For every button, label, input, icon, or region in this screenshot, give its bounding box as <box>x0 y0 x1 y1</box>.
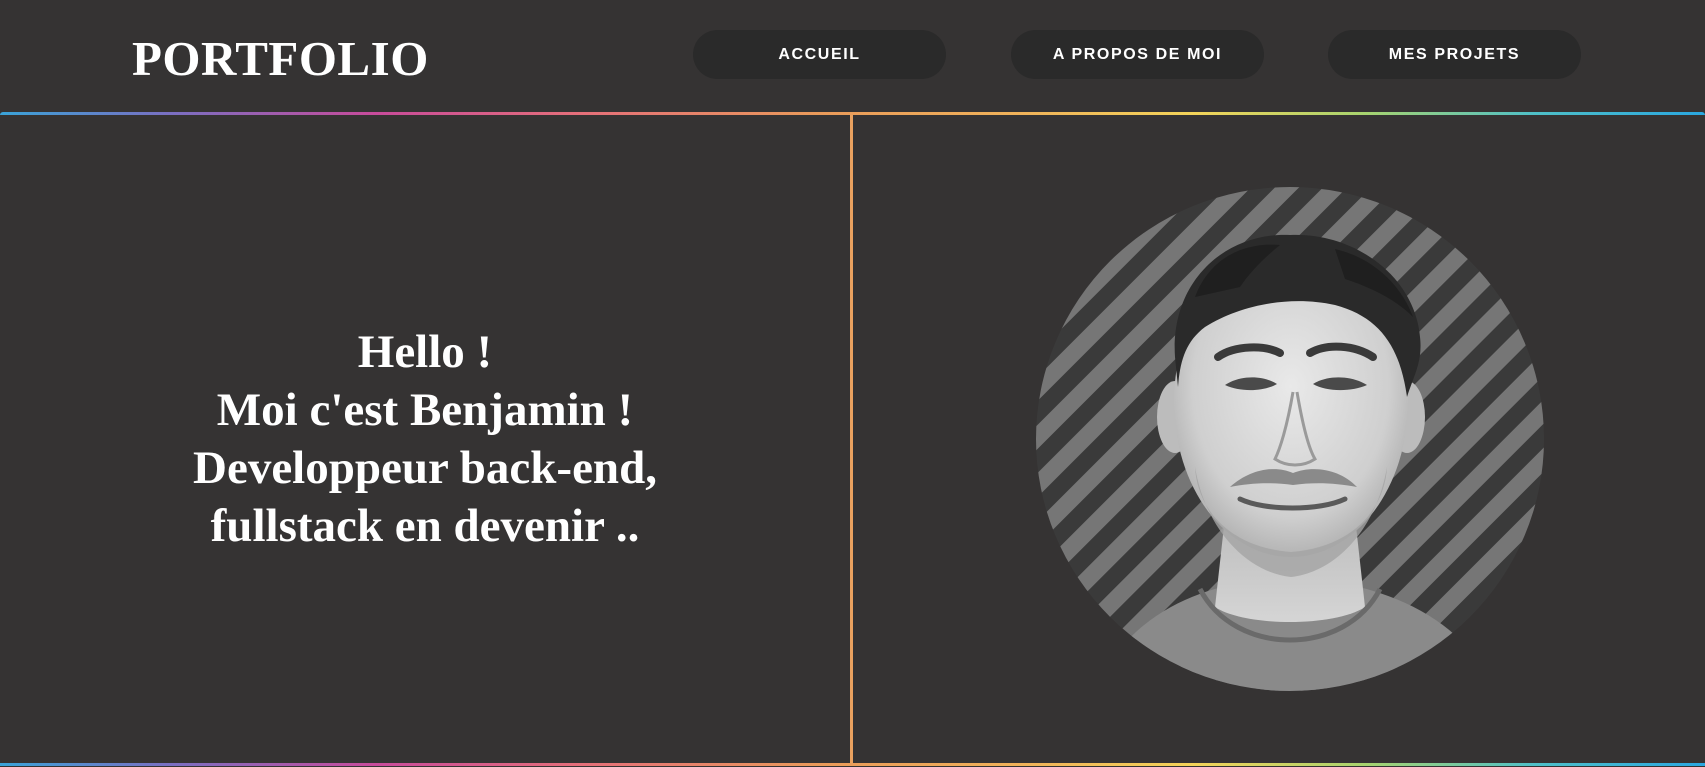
intro-line-role: Developpeur back-end, <box>193 442 657 494</box>
brand-logo[interactable]: PORTFOLIO <box>132 31 429 87</box>
intro-line-goal: fullstack en devenir .. <box>210 500 640 552</box>
intro-line-name: Moi c'est Benjamin ! <box>216 384 634 436</box>
site-header: PORTFOLIO ACCUEIL A PROPOS DE MOI MES PR… <box>0 0 1705 112</box>
footer-rainbow-border <box>0 763 1705 766</box>
nav-a-propos-button[interactable]: A PROPOS DE MOI <box>1011 30 1264 79</box>
nav-accueil-button[interactable]: ACCUEIL <box>693 30 946 79</box>
intro-text: Hello ! Moi c'est Benjamin ! Developpeur… <box>193 323 657 555</box>
profile-photo <box>1035 187 1545 692</box>
nav-mes-projets-button[interactable]: MES PROJETS <box>1328 30 1581 79</box>
intro-section: Hello ! Moi c'est Benjamin ! Developpeur… <box>0 115 850 763</box>
section-divider <box>850 115 853 763</box>
intro-line-hello: Hello ! <box>357 326 493 378</box>
